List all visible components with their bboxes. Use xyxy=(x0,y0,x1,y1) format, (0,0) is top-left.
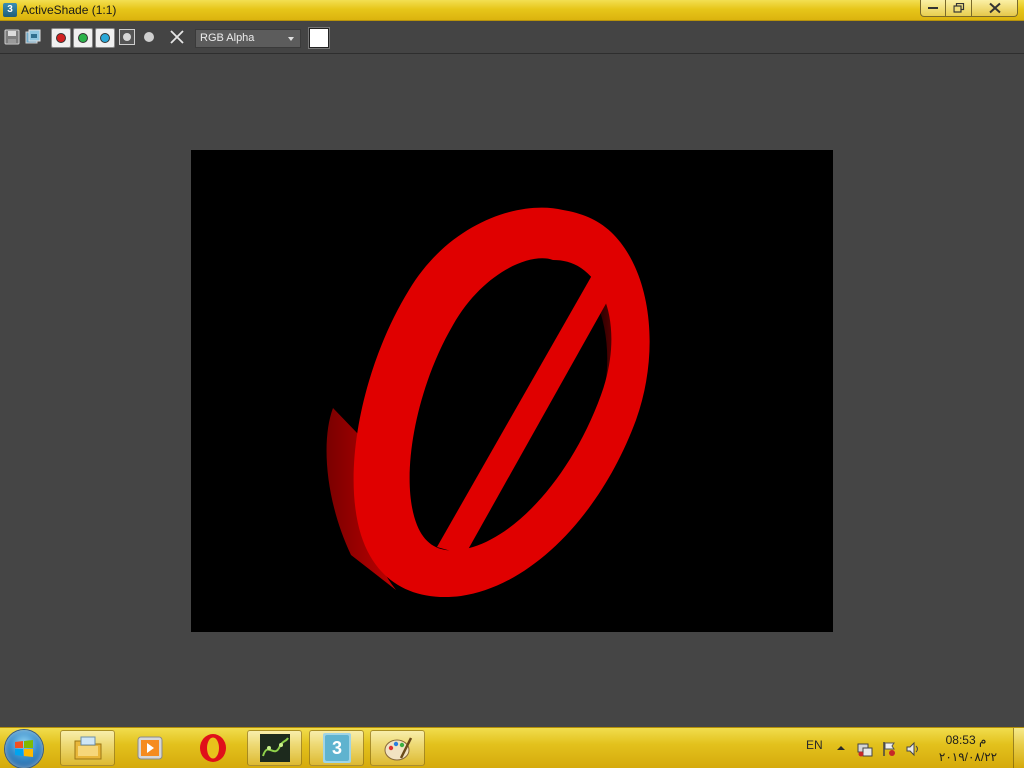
green-channel-icon xyxy=(78,33,88,43)
3ds-max-app-icon[interactable]: 3 xyxy=(3,3,17,17)
volume-icon[interactable] xyxy=(905,741,921,757)
chevron-down-icon xyxy=(288,37,294,41)
minimize-icon xyxy=(928,7,938,9)
restore-button[interactable] xyxy=(945,0,972,17)
alpha-channel-icon xyxy=(123,33,131,41)
media-player-icon xyxy=(137,736,162,760)
action-center-flag-icon[interactable] xyxy=(881,741,897,757)
red-channel-icon xyxy=(56,33,66,43)
start-button[interactable] xyxy=(5,730,43,768)
clear-icon[interactable] xyxy=(169,29,185,45)
clock-time[interactable]: 08:53 م xyxy=(938,733,994,747)
taskbar-opera[interactable] xyxy=(185,730,240,766)
show-hidden-icons-icon[interactable] xyxy=(836,743,846,753)
activeshade-toolbar: RGB Alpha xyxy=(0,21,1024,54)
no-entry-ring xyxy=(353,207,650,598)
language-indicator[interactable]: EN xyxy=(806,738,823,752)
alpha-channel-button[interactable] xyxy=(119,29,135,45)
rendered-image xyxy=(191,150,833,632)
taskbar-paint[interactable] xyxy=(370,730,425,766)
taskbar-explorer[interactable] xyxy=(60,730,115,766)
3ds-max-label: 3 xyxy=(331,738,341,758)
monochrome-icon xyxy=(144,32,154,42)
window-title: ActiveShade (1:1) xyxy=(21,3,117,17)
channel-select-value: RGB Alpha xyxy=(200,32,255,44)
paint-icon xyxy=(384,737,412,761)
windows-explorer-icon xyxy=(74,736,101,760)
no-entry-diagonal-bar xyxy=(437,270,617,555)
green-channel-button[interactable] xyxy=(73,28,93,48)
taskbar-3ds-max[interactable]: 3 xyxy=(309,730,364,766)
monochrome-button[interactable] xyxy=(142,30,156,44)
opera-icon xyxy=(199,734,226,762)
network-icon[interactable] xyxy=(857,741,873,757)
blue-channel-button[interactable] xyxy=(95,28,115,48)
close-icon xyxy=(988,2,1001,14)
windows-taskbar: 3 EN 08:53 م ٢٠١٩/٠٨/٢٢ xyxy=(0,727,1024,768)
windows-logo-icon xyxy=(15,740,33,757)
taskbar-graph-app[interactable] xyxy=(247,730,302,766)
title-bar: 3 ActiveShade (1:1) xyxy=(0,0,1024,21)
close-button[interactable] xyxy=(971,0,1018,17)
restore-icon xyxy=(953,3,964,13)
save-icon[interactable] xyxy=(4,29,20,45)
channel-display-select[interactable]: RGB Alpha xyxy=(195,29,301,48)
3ds-max-icon: 3 xyxy=(322,733,351,763)
minimize-button[interactable] xyxy=(920,0,946,17)
color-swatch[interactable] xyxy=(308,27,330,49)
taskbar-media-player[interactable] xyxy=(122,730,177,766)
blue-channel-icon xyxy=(100,33,110,43)
red-channel-button[interactable] xyxy=(51,28,71,48)
graph-app-icon xyxy=(259,734,290,762)
copy-image-icon[interactable] xyxy=(25,29,41,45)
no-entry-sign-render xyxy=(326,207,650,598)
show-desktop-button[interactable] xyxy=(1013,728,1024,768)
clock-date[interactable]: ٢٠١٩/٠٨/٢٢ xyxy=(936,750,1000,764)
